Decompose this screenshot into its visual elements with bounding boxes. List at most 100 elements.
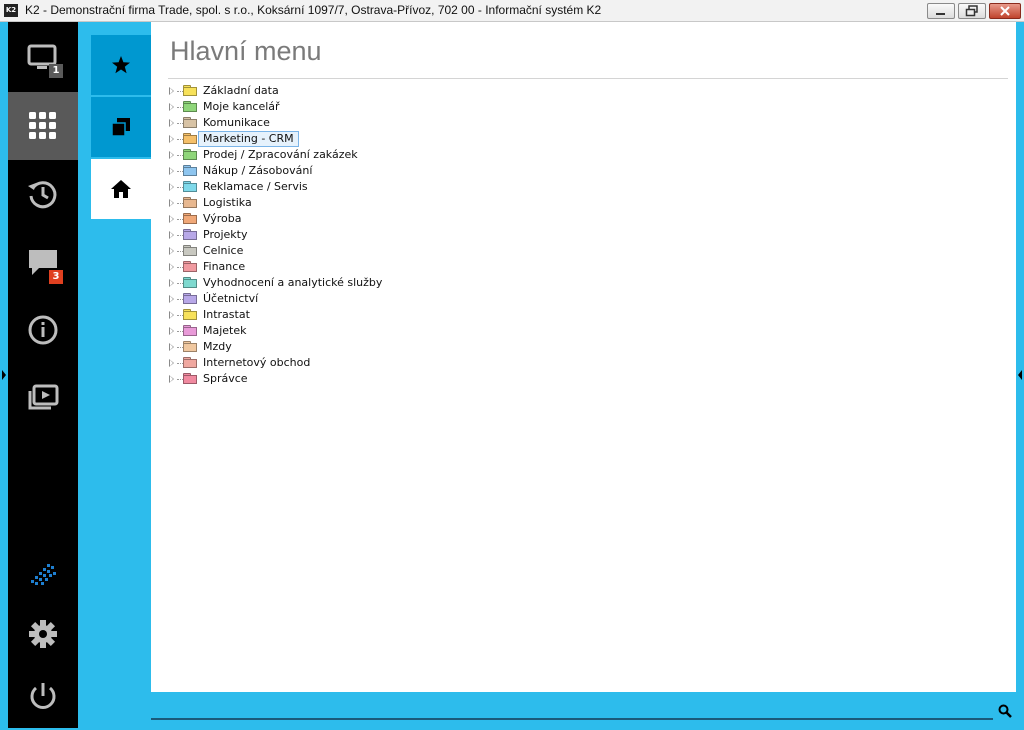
expand-arrow-icon[interactable] <box>169 215 174 223</box>
expand-arrow-icon[interactable] <box>169 343 174 351</box>
folder-icon <box>183 229 197 240</box>
expand-arrow-icon[interactable] <box>169 295 174 303</box>
page-title: Hlavní menu <box>170 36 322 66</box>
tree-node[interactable]: Moje kancelář <box>169 99 429 115</box>
folder-icon <box>183 261 197 272</box>
tree-node-label: Finance <box>203 260 246 273</box>
expand-arrow-icon[interactable] <box>169 103 174 111</box>
tree-node[interactable]: Majetek <box>169 323 429 339</box>
tree-node[interactable]: Základní data <box>169 83 429 99</box>
sidebar-item-monitor[interactable]: 1 <box>8 24 78 92</box>
tree-node-label: Základní data <box>203 84 279 97</box>
tree-node-label: Komunikace <box>203 116 270 129</box>
main-panel: Hlavní menu Základní data Moje kancelář Ko… <box>151 22 1016 692</box>
folder-icon <box>183 341 197 352</box>
tree-node[interactable]: Finance <box>169 259 429 275</box>
tree-node-label: Logistika <box>203 196 252 209</box>
expand-arrow-icon[interactable] <box>169 167 174 175</box>
expand-arrow-icon[interactable] <box>169 327 174 335</box>
tree-node[interactable]: Marketing - CRM <box>169 131 429 147</box>
left-collapse-edge[interactable] <box>0 22 8 728</box>
folder-icon <box>183 213 197 224</box>
tab-column <box>78 22 151 728</box>
expand-arrow-icon[interactable] <box>169 263 174 271</box>
tree-node-label: Mzdy <box>203 340 232 353</box>
expand-arrow-icon[interactable] <box>169 151 174 159</box>
app-logo: K2 <box>4 4 18 17</box>
sidebar-item-apps[interactable] <box>8 92 78 160</box>
tree-node[interactable]: Komunikace <box>169 115 429 131</box>
right-collapse-edge[interactable] <box>1016 22 1024 728</box>
folder-icon <box>183 149 197 160</box>
tree-node[interactable]: Celnice <box>169 243 429 259</box>
tree-node[interactable]: Reklamace / Servis <box>169 179 429 195</box>
sidebar-item-settings[interactable] <box>8 600 78 668</box>
monitor-badge: 1 <box>49 64 63 78</box>
tree-node[interactable]: Nákup / Zásobování <box>169 163 429 179</box>
main-sidebar: 1 3 <box>8 22 78 728</box>
minimize-button[interactable] <box>927 3 955 19</box>
expand-arrow-icon[interactable] <box>169 183 174 191</box>
tree-node[interactable]: Internetový obchod <box>169 355 429 371</box>
restore-button[interactable] <box>958 3 986 19</box>
close-icon <box>1000 6 1010 16</box>
tree-node-label: Reklamace / Servis <box>203 180 308 193</box>
sidebar-item-info[interactable] <box>8 296 78 364</box>
copy-windows-icon <box>111 118 130 137</box>
tree-node[interactable]: Výroba <box>169 211 429 227</box>
info-icon <box>28 315 58 345</box>
expand-arrow-icon[interactable] <box>169 375 174 383</box>
folder-icon <box>183 197 197 208</box>
sidebar-item-messages[interactable]: 3 <box>8 228 78 296</box>
sidebar-item-power[interactable] <box>8 662 78 730</box>
tree-node-label: Majetek <box>203 324 247 337</box>
settings-gear-icon <box>29 620 57 648</box>
sidebar-item-history[interactable] <box>8 160 78 228</box>
tree-node[interactable]: Mzdy <box>169 339 429 355</box>
tree-node-label: Projekty <box>203 228 248 241</box>
search-icon[interactable] <box>998 704 1012 718</box>
expand-arrow-icon[interactable] <box>169 87 174 95</box>
sidebar-item-media[interactable] <box>8 364 78 432</box>
tree-node-label: Prodej / Zpracování zakázek <box>203 148 358 161</box>
tree-node-label: Výroba <box>203 212 242 225</box>
tree-node[interactable]: Vyhodnocení a analytické služby <box>169 275 429 291</box>
power-icon <box>30 683 56 709</box>
history-clock-icon <box>28 181 57 209</box>
folder-icon <box>183 101 197 112</box>
expand-arrow-icon[interactable] <box>169 279 174 287</box>
search-input[interactable] <box>151 718 993 720</box>
tree-node[interactable]: Logistika <box>169 195 429 211</box>
tree-node-label: Celnice <box>203 244 244 257</box>
expand-arrow-icon[interactable] <box>169 199 174 207</box>
folder-icon <box>183 181 197 192</box>
expand-arrow-icon[interactable] <box>169 231 174 239</box>
folder-icon <box>183 165 197 176</box>
tree-node-label: Marketing - CRM <box>198 131 299 147</box>
tree-node-label: Nákup / Zásobování <box>203 164 313 177</box>
expand-arrow-icon[interactable] <box>169 311 174 319</box>
messages-badge: 3 <box>49 270 63 284</box>
title-divider <box>168 78 1008 79</box>
expand-arrow-icon[interactable] <box>169 247 174 255</box>
k2-logo <box>8 540 78 608</box>
tab-home[interactable] <box>91 159 151 219</box>
minimize-icon <box>936 13 945 15</box>
expand-arrow-icon[interactable] <box>169 119 174 127</box>
tab-windows[interactable] <box>91 97 151 157</box>
expand-arrow-icon[interactable] <box>169 135 174 143</box>
tab-favorites[interactable] <box>91 35 151 95</box>
tree-node[interactable]: Účetnictví <box>169 291 429 307</box>
tree-node[interactable]: Projekty <box>169 227 429 243</box>
home-icon <box>111 180 131 198</box>
expand-arrow-icon[interactable] <box>169 359 174 367</box>
close-button[interactable] <box>989 3 1021 19</box>
folder-icon <box>183 293 197 304</box>
tree-node[interactable]: Intrastat <box>169 307 429 323</box>
tree-node-label: Intrastat <box>203 308 250 321</box>
tree-node[interactable]: Správce <box>169 371 429 387</box>
tree-node-label: Správce <box>203 372 248 385</box>
expand-left-icon <box>2 370 6 380</box>
tree-node[interactable]: Prodej / Zpracování zakázek <box>169 147 429 163</box>
main-menu-tree: Základní data Moje kancelář Komunikace Mark… <box>169 83 429 387</box>
